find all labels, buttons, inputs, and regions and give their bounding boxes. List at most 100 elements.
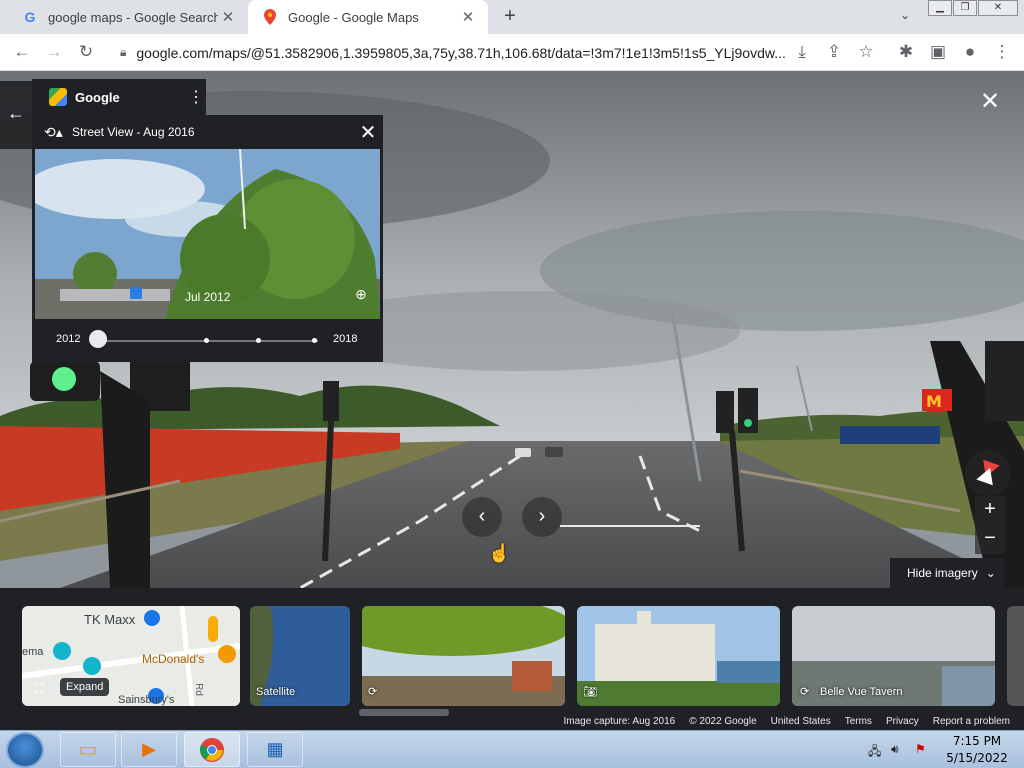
minimize-button[interactable]: ▁	[928, 0, 952, 16]
photo-thumbnail[interactable]	[1007, 606, 1024, 706]
zoom-in-button[interactable]: +	[975, 496, 1005, 525]
camera-icon: 📷︎	[583, 686, 597, 698]
maps-pin-icon	[262, 9, 278, 25]
browser-menu-icon[interactable]: ⋮	[990, 41, 1014, 63]
map-footer: Image capture: Aug 2016 © 2022 Google Un…	[0, 713, 1024, 730]
address-bar[interactable]: 🔒︎ google.com/maps/@51.3582906,1.3959805…	[110, 38, 786, 67]
network-icon[interactable]: 🖧︎	[868, 742, 881, 763]
chrome-icon[interactable]	[184, 732, 240, 767]
close-tab-icon[interactable]: ✕	[218, 8, 238, 26]
imagery-filmstrip: TK Maxx ema McDonald's Rd Sainsbury's ⛶ …	[0, 588, 1024, 730]
tab-strip: G google maps - Google Search ✕ Google -…	[0, 0, 1024, 34]
history-clock-icon[interactable]: ⟲▴	[44, 124, 72, 141]
volume-icon[interactable]: 🔊︎	[891, 742, 899, 757]
timeline-tick[interactable]	[312, 338, 317, 343]
side-panel-icon[interactable]: ▣	[926, 41, 950, 63]
photo-trees	[362, 606, 565, 706]
timeline-start-year: 2012	[56, 333, 81, 345]
start-button[interactable]	[6, 732, 44, 768]
timeline-slider[interactable]: 2012 2018	[32, 319, 383, 362]
tab-title: Google - Google Maps	[288, 9, 419, 25]
tab-search-icon[interactable]: ⌄	[895, 8, 915, 26]
google-maps-logo	[49, 88, 67, 106]
map-label-tk-maxx: TK Maxx	[84, 612, 136, 627]
more-options-icon[interactable]: ⋮	[186, 87, 206, 107]
media-player-icon[interactable]: ▶	[121, 732, 177, 767]
hide-imagery-button[interactable]: Hide imagery ⌄	[890, 558, 1004, 588]
restore-button[interactable]: ❐	[953, 0, 977, 16]
clock-date: 5/15/2022	[946, 751, 1008, 765]
historical-preview-image[interactable]: Jul 2012 ⊕	[35, 149, 380, 319]
chevron-down-icon: ⌄	[985, 566, 996, 580]
share-icon[interactable]: ⇪	[822, 41, 846, 63]
close-time-machine-icon[interactable]: ✕	[353, 120, 383, 145]
reload-icon[interactable]: ↻	[74, 41, 98, 63]
zoom-preview-icon[interactable]: ⊕	[350, 286, 372, 308]
street-view-date-label: Street View - Aug 2016	[72, 125, 195, 139]
photo-thumbnail[interactable]: 📷︎	[577, 606, 780, 706]
bookmark-star-icon[interactable]: ☆	[854, 41, 878, 63]
browser-toolbar: ← → ↻ 🔒︎ google.com/maps/@51.3582906,1.3…	[0, 34, 1024, 71]
time-machine-panel: ⟲▴ Street View - Aug 2016 ✕ Jul 2012 ⊕ 2…	[32, 115, 383, 362]
map-label-mcdonalds: McDonald's	[142, 652, 205, 666]
map-label-sainsburys: Sainsbury's	[118, 694, 175, 706]
timeline-end-year: 2018	[333, 333, 358, 345]
satellite-label: Satellite	[256, 686, 296, 698]
photo-building	[577, 606, 780, 706]
expand-tooltip: Expand	[60, 678, 110, 696]
timeline-tick[interactable]	[204, 338, 209, 343]
privacy-link[interactable]: Privacy	[886, 716, 919, 727]
lock-icon: 🔒︎	[120, 45, 127, 59]
place-name: Google	[75, 89, 120, 105]
expand-icon[interactable]: ⛶	[30, 680, 48, 698]
tab-title: google maps - Google Search	[48, 9, 218, 25]
map-thumbnail[interactable]: TK Maxx ema McDonald's Rd Sainsbury's ⛶ …	[22, 606, 240, 706]
back-arrow-button[interactable]: ←	[0, 81, 32, 149]
back-icon[interactable]: ←	[10, 41, 34, 63]
zoom-out-button[interactable]: −	[975, 525, 1005, 554]
country-link[interactable]: United States	[771, 716, 831, 727]
forward-icon[interactable]: →	[42, 41, 66, 63]
360-icon: ⟳	[800, 686, 810, 698]
photo-thumbnail[interactable]: ⟳	[362, 606, 565, 706]
close-street-view-icon[interactable]: ✕	[978, 90, 1002, 115]
url-text: google.com/maps/@51.3582906,1.3959805,3a…	[136, 44, 786, 61]
compass-icon[interactable]	[965, 450, 1011, 496]
photo-thumbnail[interactable]: ⟳ Belle Vue Tavern	[792, 606, 995, 706]
hide-imagery-label: Hide imagery	[907, 566, 978, 580]
window-close-button[interactable]: ✕	[978, 0, 1018, 16]
place-caption: Belle Vue Tavern	[820, 686, 903, 698]
extensions-icon[interactable]: ✱	[894, 41, 918, 63]
svg-text:M: M	[926, 392, 942, 411]
hand-cursor-icon: ☝	[488, 543, 511, 563]
timeline-handle[interactable]	[89, 330, 107, 348]
file-explorer-icon[interactable]: ▭	[60, 732, 116, 767]
preview-date: Jul 2012	[185, 290, 231, 304]
map-label-ema: ema	[22, 646, 44, 658]
nav-forward-arrow-icon[interactable]: ›	[522, 497, 562, 537]
remote-desktop-icon[interactable]: ▦	[247, 732, 303, 767]
terms-link[interactable]: Terms	[845, 716, 872, 727]
street-view-panorama[interactable]: M ← Google ⋮ ⟲▴ Street View - Aug 2016 ✕	[0, 71, 1024, 588]
place-card[interactable]: Google ⋮	[32, 79, 206, 115]
profile-avatar-icon[interactable]: ●	[958, 41, 982, 63]
timeline-tick[interactable]	[256, 338, 261, 343]
map-label-rd: Rd	[192, 683, 204, 696]
taskbar: ▭ ▶ ▦ 🖧︎ 🔊︎ ⚑ 7:15 PM 5/15/2022	[0, 730, 1024, 768]
install-app-icon[interactable]: ⤓	[790, 41, 814, 63]
close-tab-icon[interactable]: ✕	[458, 8, 478, 26]
action-center-icon[interactable]: ⚑	[915, 742, 926, 756]
tab-google-maps[interactable]: Google - Google Maps ✕	[248, 0, 488, 34]
system-clock[interactable]: 7:15 PM 5/15/2022	[944, 733, 1010, 767]
new-tab-button[interactable]: +	[498, 5, 522, 29]
copyright: © 2022 Google	[689, 716, 757, 727]
google-g-icon: G	[24, 9, 36, 25]
zoom-control: + −	[975, 496, 1005, 554]
image-capture-date: Image capture: Aug 2016	[563, 716, 676, 727]
nav-back-arrow-icon[interactable]: ‹	[462, 497, 502, 537]
360-icon: ⟳	[368, 686, 378, 698]
clock-time: 7:15 PM	[952, 734, 1002, 748]
tab-google-search[interactable]: G google maps - Google Search ✕	[8, 0, 248, 34]
report-problem-link[interactable]: Report a problem	[933, 716, 1010, 727]
satellite-thumbnail[interactable]: Satellite	[250, 606, 350, 706]
